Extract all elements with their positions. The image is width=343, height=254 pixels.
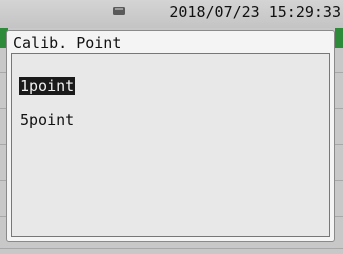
header-accent-right [335,28,343,48]
sd-card-icon [113,7,125,15]
datetime-display: 2018/07/23 15:29:33 [169,3,341,21]
options-list: 1point 5point [11,53,330,237]
option-5point[interactable]: 5point [19,111,75,129]
status-bar: 2018/07/23 15:29:33 [0,0,343,28]
dialog-title: Calib. Point [13,34,122,52]
option-1point[interactable]: 1point [19,77,76,95]
calib-point-dialog: Calib. Point 1point 5point [6,30,335,242]
